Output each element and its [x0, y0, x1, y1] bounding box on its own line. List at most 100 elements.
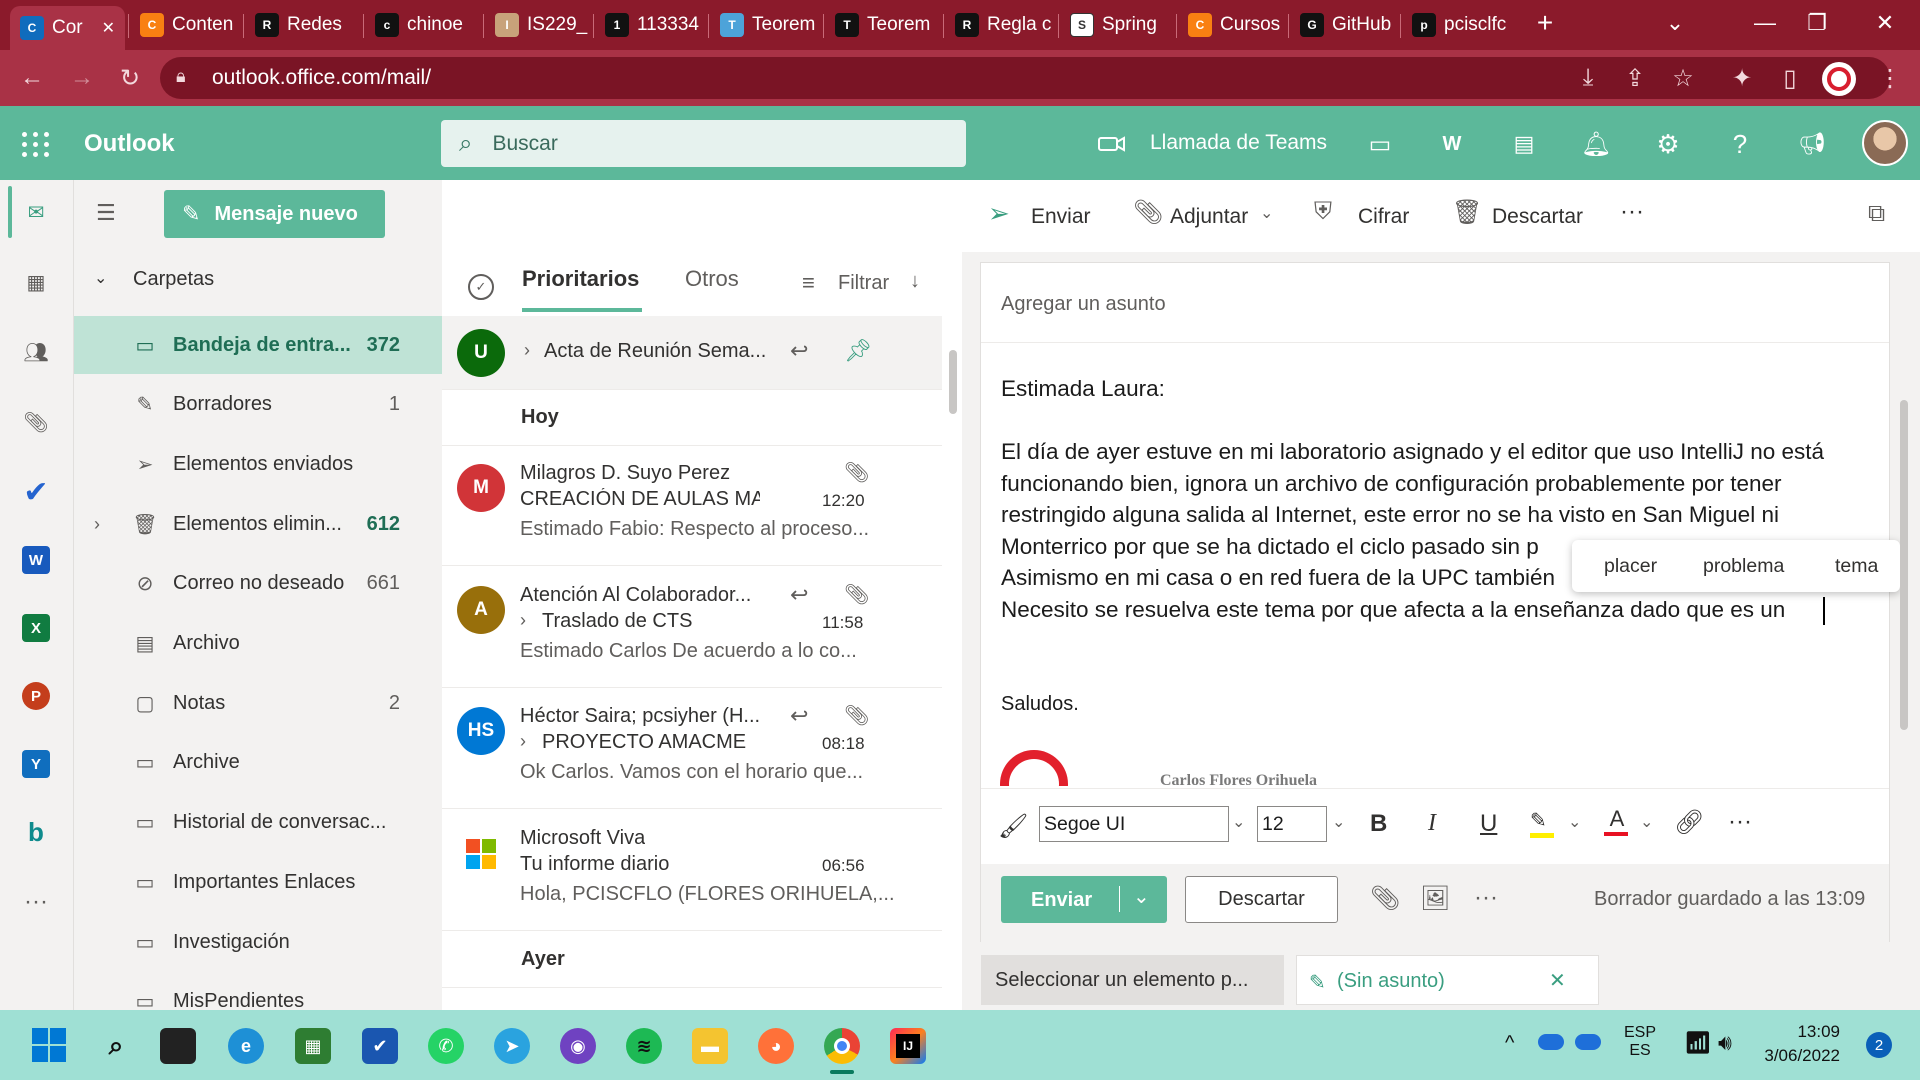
select-item-tab[interactable]: Seleccionar un elemento p...	[981, 955, 1284, 1005]
italic-icon[interactable]: I	[1428, 810, 1436, 837]
close-window-icon[interactable]: ✕	[1850, 0, 1920, 46]
folders-section-label[interactable]: Carpetas	[133, 268, 214, 291]
chevron-down-icon[interactable]: ⌄	[1640, 812, 1653, 832]
language-indicator[interactable]: ESP ES	[1624, 1024, 1656, 1060]
chevron-down-icon[interactable]: ⌄	[94, 268, 107, 288]
browser-tab[interactable]: p pcisclfc	[1402, 0, 1507, 50]
reply-icon[interactable]: ↩	[790, 582, 808, 608]
todo-app-icon[interactable]: ✔	[362, 1028, 398, 1064]
browser-tab[interactable]: 1 113334	[595, 0, 705, 50]
message-row[interactable]: M Milagros D. Suyo Perez CREACIÓN DE AULAS…	[442, 446, 942, 566]
send-command[interactable]: Enviar	[1031, 205, 1091, 229]
install-icon[interactable]: ⤓	[1570, 60, 1606, 96]
github-desktop-icon[interactable]: ◉	[560, 1028, 596, 1064]
firefox-icon[interactable]: ◕	[758, 1028, 794, 1064]
chrome-icon[interactable]	[824, 1028, 860, 1064]
browser-tab[interactable]: c chinoe	[365, 0, 480, 50]
format-painter-icon[interactable]: 🖌︎	[998, 812, 1028, 841]
compose-scrollbar[interactable]	[1900, 400, 1908, 730]
body-line[interactable]: Monterrico por que se ha dictado el cicl…	[1001, 534, 1539, 560]
edge-icon[interactable]: e	[228, 1028, 264, 1064]
folder-item[interactable]: ▭ Historial de conversac...	[74, 794, 442, 852]
browser-tab[interactable]: T Teorem	[825, 0, 940, 50]
encrypt-command[interactable]: Cifrar	[1358, 205, 1409, 229]
discard-button[interactable]: Descartar	[1185, 876, 1338, 923]
search-taskbar-icon[interactable]: ⌕	[98, 1028, 134, 1064]
store-icon[interactable]: ▦	[295, 1028, 331, 1064]
folder-item[interactable]: › 🗑︎ Elementos elimin... 612	[74, 495, 442, 553]
forward-icon[interactable]: →	[64, 60, 100, 96]
folder-item[interactable]: ▭ MisPendientes	[74, 973, 442, 1031]
more-commands-icon[interactable]: ···	[1620, 198, 1644, 226]
folder-item[interactable]: ▭ Bandeja de entra... 372	[74, 316, 442, 374]
hamburger-icon[interactable]: ☰	[96, 200, 116, 226]
reply-icon[interactable]: ↩	[790, 338, 808, 364]
folder-item[interactable]: ▢ Notas 2	[74, 674, 442, 732]
popout-icon[interactable]: ⧉	[1868, 200, 1885, 228]
select-all-icon[interactable]: ✓	[468, 274, 494, 300]
folder-item[interactable]: ▤ Archivo	[74, 615, 442, 673]
suggestion-2[interactable]: problema	[1703, 555, 1784, 578]
help-icon[interactable]: ?	[1722, 126, 1758, 162]
profile-icon[interactable]	[1822, 62, 1856, 96]
tray-chevron-up-icon[interactable]: ^	[1505, 1032, 1514, 1055]
more-format-icon[interactable]: ···	[1728, 808, 1752, 836]
yammer-icon[interactable]: Y	[16, 744, 56, 784]
discard-command[interactable]: Descartar	[1492, 205, 1583, 229]
close-tab-icon[interactable]: ✕	[102, 18, 115, 38]
chevron-down-icon[interactable]: ⌄	[1232, 812, 1245, 832]
draft-tab[interactable]: ✎ (Sin asunto) ✕	[1296, 955, 1599, 1005]
folder-item[interactable]: ⊘ Correo no deseado 661	[74, 555, 442, 613]
list-scrollbar[interactable]	[949, 350, 957, 414]
suggestion-1[interactable]: placer	[1604, 555, 1657, 578]
url-text[interactable]: outlook.office.com/mail/	[212, 66, 431, 90]
menu-kebab-icon[interactable]: ⋮	[1872, 60, 1908, 96]
body-closing[interactable]: Saludos.	[1001, 693, 1079, 716]
clock[interactable]: 13:09 3/06/2022	[1760, 1022, 1840, 1066]
browser-tab[interactable]: C Cursos	[1178, 0, 1286, 50]
body-line[interactable]: Asimismo en mi casa o en red fuera de la…	[1001, 565, 1555, 591]
new-tab-button[interactable]: +	[1515, 0, 1575, 46]
folder-item[interactable]: ▭ Archive	[74, 734, 442, 792]
app-title[interactable]: Outlook	[84, 130, 175, 158]
subject-field[interactable]: Agregar un asunto	[981, 263, 1889, 343]
shield-icon[interactable]: ⛨	[1314, 198, 1332, 226]
browser-tab[interactable]: G GitHub	[1290, 0, 1398, 50]
chevron-down-icon[interactable]: ⌄	[1568, 812, 1581, 832]
file-explorer-icon[interactable]: ▬	[692, 1028, 728, 1064]
body-line[interactable]: funcionando bien, ignora un archivo de c…	[1001, 471, 1782, 497]
browser-tab[interactable]: S Spring	[1060, 0, 1172, 50]
highlight-icon[interactable]: ✎	[1530, 808, 1556, 838]
browser-tab[interactable]: C Cor ✕	[10, 6, 125, 50]
search-input[interactable]: ⌕ Buscar	[441, 120, 966, 167]
megaphone-icon[interactable]: 📢︎	[1794, 126, 1830, 162]
onedrive-icon[interactable]	[1538, 1034, 1564, 1050]
message-row[interactable]: HS Héctor Saira; pcsiyher (H... › PROYECTO …	[442, 689, 942, 809]
bing-icon[interactable]: b	[16, 812, 56, 852]
attach-icon[interactable]: 📎︎	[1133, 198, 1163, 227]
pin-icon[interactable]: 📌︎	[844, 338, 872, 364]
app-launcher-icon[interactable]	[20, 128, 52, 160]
pinned-message[interactable]: U › Acta de Reunión Sema... ↩ 📌︎	[442, 316, 942, 390]
whatsapp-icon[interactable]: ✆	[428, 1028, 464, 1064]
calendar-check-icon[interactable]: ▤	[1506, 126, 1542, 162]
insert-image-icon[interactable]: 🖼︎	[1420, 884, 1450, 913]
link-icon[interactable]: 🔗︎	[1674, 808, 1704, 837]
font-color-icon[interactable]: A	[1604, 806, 1630, 838]
spotify-icon[interactable]: ≋	[626, 1028, 662, 1064]
extensions-icon[interactable]: ✦	[1724, 60, 1760, 96]
browser-tab[interactable]: T Teorem	[710, 0, 820, 50]
video-call-icon[interactable]	[1094, 126, 1130, 162]
side-panel-icon[interactable]: ▯	[1772, 60, 1808, 96]
folder-item[interactable]: ✎ Borradores 1	[74, 376, 442, 434]
more-options-icon[interactable]: ···	[1474, 884, 1498, 912]
folder-item[interactable]: ➢ Elementos enviados	[74, 435, 442, 493]
mail-icon[interactable]: ✉	[16, 192, 56, 232]
reload-icon[interactable]: ↻	[112, 60, 148, 96]
tab-prioritarios[interactable]: Prioritarios	[522, 266, 639, 292]
new-message-button[interactable]: ✎ Mensaje nuevo	[164, 190, 385, 238]
body-line[interactable]: restringido alguna salida al Internet, e…	[1001, 502, 1779, 528]
chevron-down-icon[interactable]: ⌄	[1332, 812, 1345, 832]
body-line[interactable]: El día de ayer estuve en mi laboratorio …	[1001, 439, 1824, 465]
browser-tab[interactable]: R Regla c	[945, 0, 1055, 50]
